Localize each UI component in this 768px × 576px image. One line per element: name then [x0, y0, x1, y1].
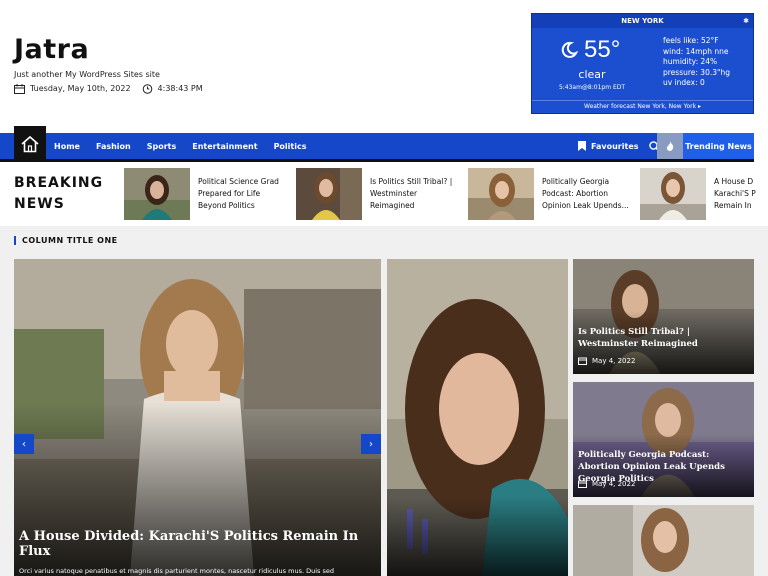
nav-item-home[interactable]: Home: [54, 142, 80, 151]
site-description: Just another My WordPress Sites site: [14, 70, 160, 79]
date-time-row: Tuesday, May 10th, 2022 4:38:43 PM: [14, 83, 203, 94]
trending-news-button[interactable]: Trending News: [683, 133, 754, 159]
flame-icon: [666, 141, 674, 151]
nav-item-fashion[interactable]: Fashion: [96, 142, 131, 151]
weather-main: 55° clear 5:43am@8:01pm EDT: [532, 32, 652, 102]
weather-wind: wind: 14mph nne: [663, 46, 729, 56]
breaking-thumbnail[interactable]: [640, 168, 706, 220]
main-navigation: Home Fashion Sports Entertainment Politi…: [0, 126, 768, 162]
home-icon: [21, 135, 39, 153]
weather-feels-like: feels like: 52°F: [663, 36, 719, 45]
breaking-headline[interactable]: A House D Karachi'S P Remain In: [714, 168, 768, 220]
weather-city: NEW YORK: [621, 17, 664, 25]
weather-pressure: pressure: 30.3"hg: [663, 67, 730, 77]
home-button[interactable]: [14, 126, 46, 162]
side-post-card[interactable]: [573, 505, 754, 576]
nav-item-politics[interactable]: Politics: [274, 142, 307, 151]
column-section: COLUMN TITLE ONE ‹ › A House Divided: Ka…: [0, 226, 768, 576]
side-post-date: May 4, 2022: [578, 480, 635, 488]
chevron-left-icon: ‹: [22, 438, 26, 450]
current-time: 4:38:43 PM: [157, 84, 203, 93]
chevron-right-icon: ›: [369, 438, 373, 450]
site-header: Jatra Just another My WordPress Sites si…: [0, 0, 768, 126]
side-post-title[interactable]: Is Politics Still Tribal? | Westminster …: [578, 326, 750, 350]
weather-header: NEW YORK ✱: [532, 14, 753, 28]
breaking-item[interactable]: Politically Georgia Podcast: Abortion Op…: [468, 168, 638, 220]
featured-post-card[interactable]: ‹ › A House Divided: Karachi'S Politics …: [14, 259, 381, 576]
breaking-item[interactable]: Political Science Grad Prepared for Life…: [124, 168, 294, 220]
nav-item-sports[interactable]: Sports: [147, 142, 177, 151]
calendar-icon: [14, 83, 25, 94]
favourites-label: Favourites: [591, 141, 639, 151]
side-post-image[interactable]: [573, 505, 754, 576]
weather-forecast-link[interactable]: Weather forecast New York, New York ▸: [532, 100, 753, 113]
weather-temperature: 55°: [560, 36, 620, 64]
slider-prev-button[interactable]: ‹: [14, 434, 34, 454]
calendar-icon: [578, 357, 587, 365]
weather-humidity: humidity: 24%: [663, 57, 718, 66]
breaking-item[interactable]: Is Politics Still Tribal? | Westminster …: [296, 168, 466, 220]
image-overlay: [387, 496, 568, 576]
current-date: Tuesday, May 10th, 2022: [30, 84, 131, 93]
flame-button[interactable]: [657, 133, 683, 159]
breaking-headline[interactable]: Is Politics Still Tribal? | Westminster …: [370, 168, 466, 220]
breaking-thumbnail[interactable]: [296, 168, 362, 220]
favourites-link[interactable]: Favourites: [578, 141, 639, 151]
slider-next-button[interactable]: ›: [361, 434, 381, 454]
side-post-card[interactable]: Politically Georgia Podcast: Abortion Op…: [573, 382, 754, 497]
breaking-headline[interactable]: Political Science Grad Prepared for Life…: [198, 168, 294, 220]
column-title: COLUMN TITLE ONE: [14, 236, 118, 245]
breaking-thumbnail[interactable]: [468, 168, 534, 220]
breaking-item[interactable]: A House D Karachi'S P Remain In: [640, 168, 768, 220]
nav-right: Favourites: [578, 133, 660, 159]
breaking-news-label: BREAKING NEWS: [14, 175, 104, 212]
featured-post-title[interactable]: A House Divided: Karachi'S Politics Rema…: [19, 529, 381, 559]
calendar-icon: [578, 480, 587, 488]
weather-stats: feels like: 52°F wind: 14mph nne humidit…: [663, 36, 730, 89]
bookmark-icon: [578, 141, 586, 151]
breaking-news-bar: BREAKING NEWS Political Science Grad Pre…: [0, 162, 768, 226]
breaking-thumbnail[interactable]: [124, 168, 190, 220]
nav-item-entertainment[interactable]: Entertainment: [192, 142, 257, 151]
weather-condition: clear: [578, 68, 606, 81]
sunrise-sunset: 5:43am@8:01pm EDT: [558, 84, 626, 91]
featured-post-excerpt: Orci varius natoque penatibus et magnis …: [19, 567, 334, 575]
weather-uv-index: uv index: 0: [663, 78, 705, 87]
side-post-card[interactable]: Is Politics Still Tribal? | Westminster …: [573, 259, 754, 374]
temperature-value: 55°: [584, 36, 621, 63]
site-title[interactable]: Jatra: [14, 34, 89, 65]
breaking-headline[interactable]: Politically Georgia Podcast: Abortion Op…: [542, 168, 638, 220]
side-post-date: May 4, 2022: [578, 357, 635, 365]
column-title-accent: [14, 236, 16, 245]
clock-icon: [142, 84, 152, 94]
weather-widget[interactable]: NEW YORK ✱ 55° clear 5:43am@8:01pm EDT f…: [531, 13, 754, 114]
nav-links: Home Fashion Sports Entertainment Politi…: [54, 133, 306, 159]
moon-icon: [561, 41, 578, 58]
portrait-post-card[interactable]: [387, 259, 568, 576]
settings-icon[interactable]: ✱: [743, 14, 749, 28]
